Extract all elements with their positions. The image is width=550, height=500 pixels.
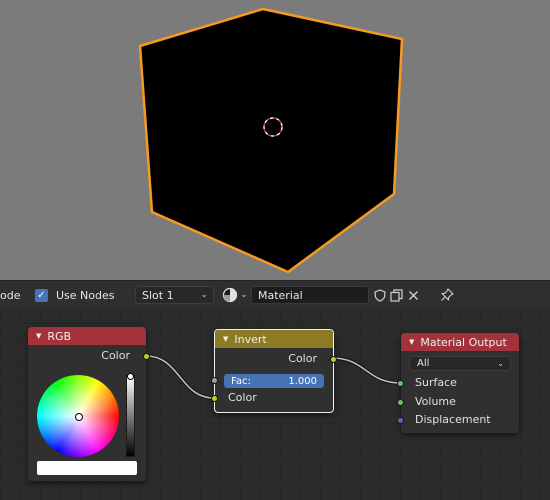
- chevron-down-icon: ⌄: [497, 359, 504, 368]
- collapse-triangle-icon[interactable]: ▼: [223, 335, 228, 343]
- invert-input-label: Color: [228, 391, 257, 404]
- invert-node[interactable]: ▼ Invert Color Fac: 1.000 Color: [211, 329, 337, 413]
- surface-input-label: Surface: [415, 376, 457, 389]
- node-editor-canvas[interactable]: ▼ RGB Color ▼ Invert Color Fac: 1.000 Co…: [0, 309, 550, 500]
- pin-icon[interactable]: [438, 286, 455, 304]
- viewport-canvas: [138, 7, 404, 274]
- slot-dropdown[interactable]: Slot 1 ⌄: [135, 286, 214, 304]
- displacement-input-label: Displacement: [415, 413, 491, 426]
- rgb-color-output-socket[interactable]: [143, 353, 150, 360]
- invert-output-label: Color: [288, 352, 317, 365]
- fac-value: 1.000: [288, 375, 317, 387]
- invert-color-input-socket[interactable]: [211, 395, 218, 402]
- material-sphere-icon: [222, 287, 238, 303]
- rgb-node[interactable]: ▼ RGB Color: [28, 327, 150, 481]
- fac-label: Fac:: [231, 375, 251, 387]
- node-editor-header: ode ✓ Use Nodes Slot 1 ⌄ ⌄ Material: [0, 280, 550, 310]
- rgb-node-header[interactable]: ▼ RGB: [28, 327, 146, 345]
- fac-slider[interactable]: Fac: 1.000: [224, 374, 324, 388]
- value-slider[interactable]: [126, 373, 135, 457]
- material-output-title: Material Output: [420, 335, 507, 349]
- invert-node-title: Invert: [234, 332, 267, 346]
- material-output-header[interactable]: ▼ Material Output: [401, 333, 519, 351]
- invert-fac-input-socket[interactable]: [211, 377, 218, 384]
- cube-object[interactable]: [138, 7, 404, 274]
- unlink-close-icon[interactable]: [405, 286, 422, 304]
- invert-color-output-socket[interactable]: [330, 356, 337, 363]
- chevron-down-icon: ⌄: [200, 290, 208, 300]
- volume-input-label: Volume: [415, 395, 456, 408]
- render-target-value: All: [417, 358, 430, 369]
- collapse-triangle-icon[interactable]: ▼: [36, 332, 41, 340]
- slot-value: Slot 1: [142, 288, 174, 302]
- use-nodes-toggle[interactable]: ✓ Use Nodes: [35, 281, 115, 309]
- material-browse-button[interactable]: ⌄: [222, 281, 248, 309]
- displacement-input-socket[interactable]: [397, 417, 404, 424]
- use-nodes-label: Use Nodes: [56, 288, 115, 302]
- chevron-down-icon: ⌄: [240, 290, 248, 300]
- fake-user-shield-icon[interactable]: [371, 286, 388, 304]
- value-slider-handle[interactable]: [127, 373, 134, 380]
- surface-input-socket[interactable]: [397, 380, 404, 387]
- rgb-output-label: Color: [101, 349, 130, 362]
- invert-node-header[interactable]: ▼ Invert: [215, 330, 333, 348]
- duplicate-material-icon[interactable]: [388, 286, 405, 304]
- render-target-dropdown[interactable]: All ⌄: [409, 356, 511, 371]
- checkbox-checked-icon[interactable]: ✓: [35, 288, 48, 302]
- color-wheel-cursor[interactable]: [75, 413, 83, 421]
- material-name-value: Material: [258, 288, 303, 302]
- volume-input-socket[interactable]: [397, 399, 404, 406]
- material-name-field[interactable]: Material: [251, 286, 369, 304]
- collapse-triangle-icon[interactable]: ▼: [409, 338, 414, 346]
- rgb-node-title: RGB: [47, 329, 72, 343]
- color-wheel[interactable]: [37, 375, 119, 457]
- material-output-node[interactable]: ▼ Material Output All ⌄ Surface Volume D…: [397, 333, 519, 433]
- editor-mode-label[interactable]: ode: [0, 281, 20, 309]
- 3d-viewport[interactable]: [0, 0, 550, 280]
- color-swatch[interactable]: [37, 461, 137, 475]
